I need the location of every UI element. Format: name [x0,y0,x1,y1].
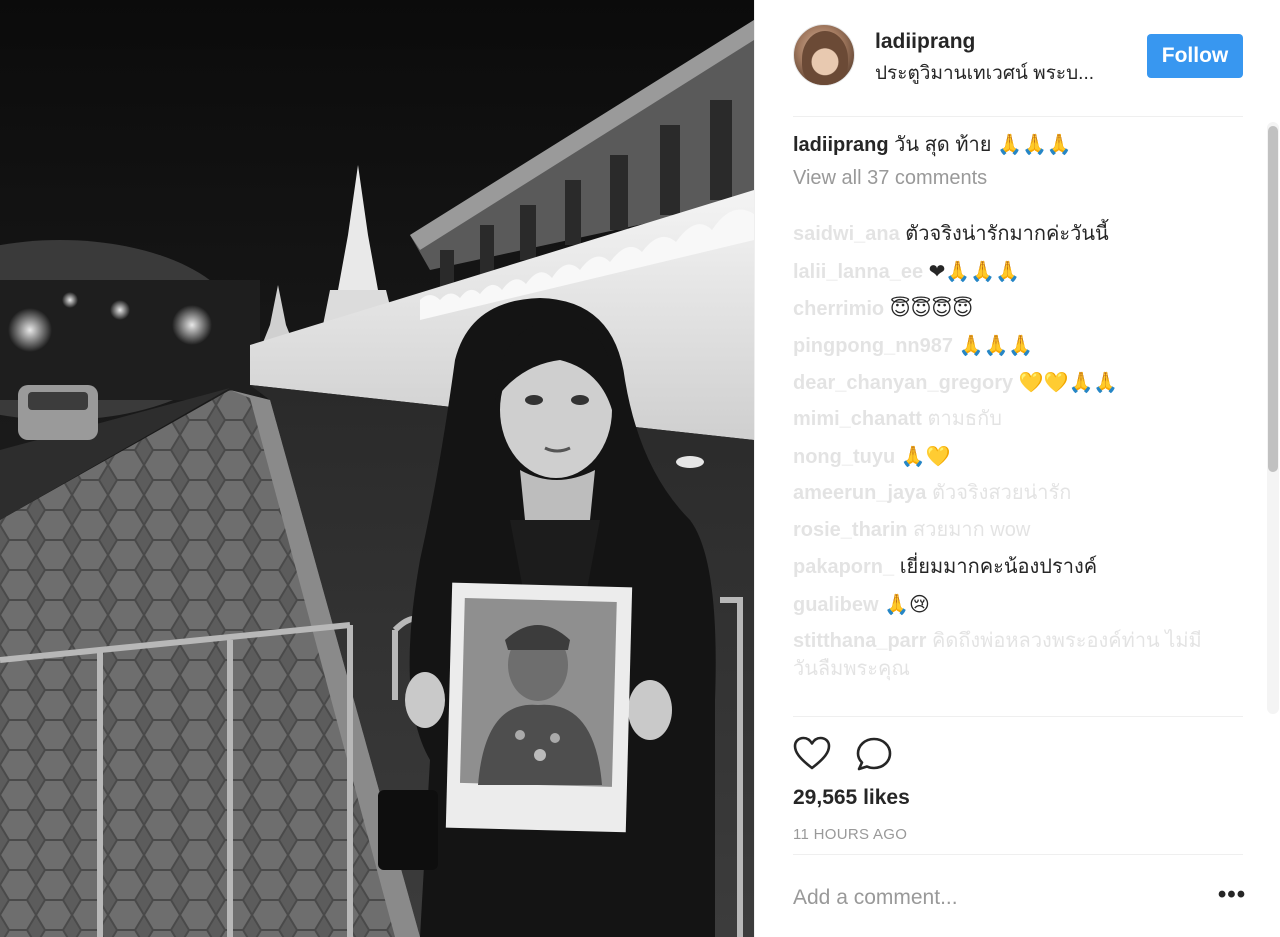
comment-text: ตามธกับ [927,408,1002,430]
comment-text: ตัวจริงสวยน่ารัก [931,482,1072,504]
comment-username[interactable]: rosie_tharin [793,519,907,541]
comment-username[interactable]: gualibew [793,594,879,616]
post-actions [793,736,913,772]
comment-item: stitthana_parr คิดถึงพ่อหลวงพระองค์ท่าน … [793,627,1213,683]
post-photo[interactable] [0,0,754,937]
comment-text: ตัวจริงน่ารักมากค่ะวันนี้ [905,223,1109,245]
comment-text: สวยมาก wow [913,519,1031,541]
comment-username[interactable]: cherrimio [793,298,884,320]
comment-username[interactable]: nong_tuyu [793,446,895,468]
comment-emoji: 💛💛🙏🙏 [1018,370,1119,394]
comment-username[interactable]: saidwi_ana [793,223,900,245]
comments-scrollbar[interactable] [1267,122,1279,714]
comment-username[interactable]: pingpong_nn987 [793,335,953,357]
comment-item: saidwi_ana ตัวจริงน่ารักมากค่ะวันนี้ [793,220,1109,248]
avatar[interactable] [793,24,855,86]
scrollbar-thumb[interactable] [1268,126,1278,472]
comment-item: rosie_tharin สวยมาก wow [793,516,1030,544]
footer-divider [793,854,1243,855]
heart-outline-icon[interactable] [793,736,831,772]
comments-divider [793,716,1243,717]
username-link[interactable]: ladiiprang [875,30,975,54]
comment-username[interactable]: pakaporn_ [793,556,894,578]
comment-item: cherrimio 😇😇😇😇 [793,294,973,323]
post-header: ladiiprang ประตูวิมานเทเวศน์ พระบ... Fol… [793,22,1243,90]
comment-username[interactable]: ameerun_jaya [793,482,926,504]
comment-text: เยี่ยมมากคะน้องปรางค์ [899,556,1098,578]
header-divider [793,116,1243,117]
comment-item: dear_chanyan_gregory 💛💛🙏🙏 [793,368,1118,397]
caption-emoji: 🙏🙏🙏 [997,132,1072,156]
follow-button[interactable]: Follow [1147,34,1243,78]
comment-emoji: ❤🙏🙏🙏 [928,259,1021,283]
comment-username[interactable]: stitthana_parr [793,630,926,652]
comment-item: mimi_chanatt ตามธกับ [793,405,1002,433]
post-timestamp: 11 HOURS AGO [793,826,908,843]
comment-emoji: 🙏🙏🙏 [958,333,1034,357]
comment-item: gualibew 🙏😢 [793,590,930,619]
post-caption: ladiiprang วัน สุด ท้าย 🙏🙏🙏 [793,130,1253,159]
view-all-comments-link[interactable]: View all 37 comments [793,167,1253,190]
post-sidebar: ladiiprang ประตูวิมานเทเวศน์ พระบ... Fol… [754,0,1280,937]
caption-text: วัน สุด ท้าย [894,134,992,156]
comment-emoji: 🙏💛 [900,444,951,468]
like-count[interactable]: 29,565 likes [793,786,910,810]
comment-username[interactable]: mimi_chanatt [793,408,922,430]
comment-emoji: 🙏😢 [884,592,930,616]
location-link[interactable]: ประตูวิมานเทเวศน์ พระบ... [875,58,1094,88]
comment-username[interactable]: dear_chanyan_gregory [793,372,1013,394]
add-comment-input[interactable] [793,880,1193,916]
comment-emoji: 😇😇😇😇 [889,296,974,320]
comment-username[interactable]: lalii_lanna_ee [793,261,923,283]
comment-item: ameerun_jaya ตัวจริงสวยน่ารัก [793,479,1071,507]
speech-bubble-icon[interactable] [855,736,893,772]
ellipsis-icon[interactable]: ••• [1217,883,1247,914]
comment-item: pakaporn_ เยี่ยมมากคะน้องปรางค์ [793,553,1097,581]
comments-list: ladiiprang วัน สุด ท้าย 🙏🙏🙏 View all 37 … [793,130,1253,716]
caption-username[interactable]: ladiiprang [793,134,889,156]
comment-item: lalii_lanna_ee ❤🙏🙏🙏 [793,257,1020,286]
comment-item: pingpong_nn987 🙏🙏🙏 [793,331,1033,360]
comment-item: nong_tuyu 🙏💛 [793,442,951,471]
